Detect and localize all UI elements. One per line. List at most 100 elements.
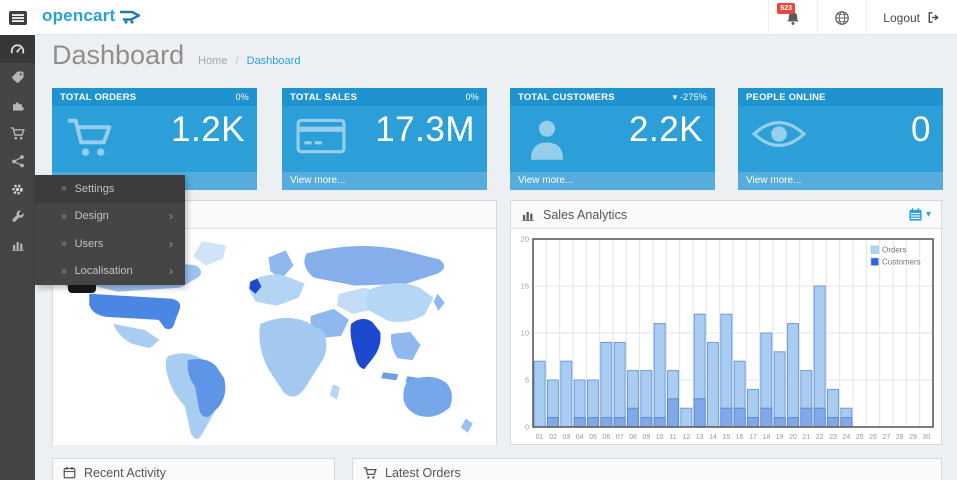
opencart-logo[interactable]: opencart [42,6,141,26]
date-range-dropdown[interactable]: ▾ [908,207,931,222]
map-japan [434,294,445,311]
map-australia [403,377,452,417]
svg-text:01: 01 [536,434,544,441]
sidebar-item-catalog[interactable] [0,63,35,91]
top-header: opencart 523 [0,0,957,35]
svg-text:08: 08 [629,434,637,441]
submenu-label: Localisation [75,265,133,277]
svg-text:28: 28 [896,434,904,441]
svg-text:09: 09 [642,434,650,441]
view-more-link[interactable]: View more... [510,172,715,190]
logout-icon [926,10,941,25]
svg-text:24: 24 [842,434,850,441]
svg-text:06: 06 [602,434,610,441]
breadcrumb-current-link[interactable]: Dashboard [247,55,301,67]
tile-value: 1.2K [171,110,245,150]
submenu-item-settings[interactable]: » Settings [35,175,185,203]
svg-text:22: 22 [816,434,824,441]
submenu-label: Design [75,210,109,222]
system-submenu: » Settings » Design › » Users › » Locali… [35,175,185,285]
sidebar-item-marketing[interactable] [0,147,35,175]
chevron-right-icon: › [169,237,173,251]
header-actions: 523 [768,0,957,35]
svg-text:19: 19 [776,434,784,441]
cart-icon [363,466,377,480]
svg-text:03: 03 [562,434,570,441]
map-china [366,283,433,322]
submenu-item-users[interactable]: » Users › [35,230,185,258]
credit-card-icon [296,116,346,156]
sidebar-item-system[interactable] [0,175,35,203]
sidebar-item-sales[interactable] [0,119,35,147]
menu-toggle-button[interactable] [0,0,36,35]
map-mexico [113,324,159,348]
opencart-admin-dashboard: opencart 523 [0,0,957,480]
sidebar-item-tools[interactable] [0,203,35,231]
svg-text:30: 30 [922,434,930,441]
breadcrumb-home-link[interactable]: Home [198,55,227,67]
svg-text:25: 25 [856,434,864,441]
tile-delta-down: ▾ -275% [673,92,707,103]
eye-icon [752,116,806,152]
view-more-link[interactable]: View more... [282,172,487,190]
double-chevron-icon: » [61,266,67,277]
chevron-right-icon: › [169,209,173,223]
submenu-item-design[interactable]: » Design › [35,203,185,231]
tile-value: 17.3M [375,110,475,150]
notifications-button[interactable]: 523 [768,0,817,35]
svg-text:18: 18 [762,434,770,441]
map-russia [304,246,444,286]
submenu-item-localisation[interactable]: » Localisation › [35,258,185,286]
svg-text:12: 12 [682,434,690,441]
svg-text:05: 05 [589,434,597,441]
cart-icon [66,116,118,160]
sidebar-item-extensions[interactable] [0,91,35,119]
svg-text:10: 10 [656,434,664,441]
map-madagascar [330,384,340,399]
tile-value: 0 [911,110,931,150]
map-india [351,319,381,369]
page-title: Dashboard [52,40,184,71]
tile-delta: 0% [236,92,249,102]
calendar-icon [63,466,76,479]
panel-title: Sales Analytics [543,208,627,222]
svg-text:20: 20 [521,235,529,244]
stat-tile-total-customers: TOTAL CUSTOMERS ▾ -275% 2.2K View more..… [510,88,715,190]
svg-text:16: 16 [736,434,744,441]
tile-title: TOTAL CUSTOMERS [518,92,615,103]
sidebar-item-reports[interactable] [0,231,35,259]
breadcrumb-separator: / [236,55,239,67]
cart-arrow-logo-icon [119,9,141,24]
sales-analytics-chart: 0510152001020304050607080910111213141516… [511,229,941,445]
bar-chart-icon [521,208,535,222]
sales-analytics-panel: Sales Analytics ▾ 0510152001020304050 [510,200,942,445]
wrench-icon [11,210,25,224]
gear-icon [10,182,25,197]
bar-chart-icon [11,238,25,252]
logo-text: opencart [42,6,115,26]
map-africa [259,318,326,397]
stat-tile-people-online: PEOPLE ONLINE 0 View more... [738,88,943,190]
breadcrumb: Home / Dashboard [198,55,300,67]
tile-value: 2.2K [629,110,703,150]
svg-text:Orders: Orders [882,246,906,255]
share-icon [11,154,25,168]
sidebar-item-dashboard[interactable] [0,35,35,63]
stat-tile-total-sales: TOTAL SALES 0% 17.3M View more... [282,88,487,190]
svg-text:10: 10 [521,329,529,338]
view-more-link[interactable]: View more... [738,172,943,190]
svg-text:04: 04 [576,434,584,441]
logout-label: Logout [883,11,920,25]
sidebar-nav [0,35,35,480]
hamburger-icon [9,11,27,25]
svg-text:5: 5 [525,376,529,385]
svg-text:23: 23 [829,434,837,441]
submenu-label: Settings [75,183,115,195]
latest-orders-panel: Latest Orders [352,458,942,480]
submenu-label: Users [75,238,104,250]
language-button[interactable] [817,0,866,35]
svg-text:17: 17 [749,434,757,441]
svg-text:02: 02 [549,434,557,441]
svg-text:21: 21 [802,434,810,441]
logout-button[interactable]: Logout [866,0,957,35]
